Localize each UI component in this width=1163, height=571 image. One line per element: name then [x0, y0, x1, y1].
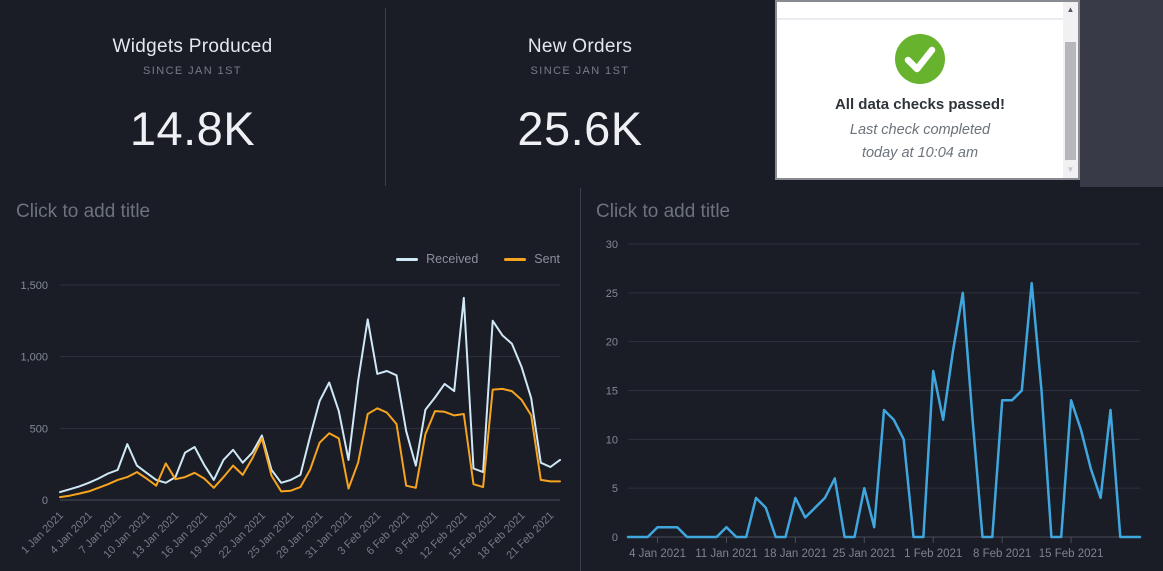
scrollbar-thumb[interactable]: [1065, 42, 1076, 160]
legend-label: Sent: [534, 252, 560, 266]
received-line-swatch-icon: [396, 258, 418, 261]
widget-subtitle: SINCE JAN 1ST: [531, 65, 630, 77]
widget-received-sent-chart: Click to add title Received Sent 05001,0…: [0, 185, 580, 571]
svg-text:500: 500: [30, 423, 48, 435]
widget-title: New Orders: [528, 36, 632, 58]
svg-text:20: 20: [606, 337, 618, 349]
svg-text:25 Jan 2021: 25 Jan 2021: [833, 548, 896, 560]
svg-text:30: 30: [606, 239, 618, 251]
svg-text:5: 5: [612, 483, 618, 495]
received-sent-line-chart[interactable]: 05001,0001,5001 Jan 20214 Jan 20217 Jan …: [0, 185, 580, 571]
chart-title-placeholder[interactable]: Click to add title: [16, 201, 150, 223]
chart-title-placeholder[interactable]: Click to add title: [596, 201, 730, 223]
scrollbar[interactable]: ▲ ▼: [1063, 2, 1078, 178]
svg-text:1,500: 1,500: [20, 280, 48, 292]
svg-text:0: 0: [42, 495, 48, 507]
widget-title: Widgets Produced: [112, 36, 272, 58]
widget-orders-chart: Click to add title 0 5 10 15 20 25 30 4 Jan 202…: [580, 185, 1163, 571]
chart-legend: Received Sent: [0, 252, 560, 266]
status-subtitle: Last check completed today at 10:04 am: [850, 119, 990, 165]
widget-new-orders[interactable]: New Orders SINCE JAN 1ST 25.6K: [385, 0, 775, 186]
svg-text:10: 10: [606, 434, 618, 446]
kpi-value: 25.6K: [517, 101, 642, 156]
status-title: All data checks passed!: [835, 96, 1005, 113]
svg-text:1 Feb 2021: 1 Feb 2021: [904, 548, 962, 560]
kpi-divider: [385, 8, 386, 186]
popup-header-bar: [777, 2, 1063, 20]
legend-label: Received: [426, 252, 478, 266]
status-line1: Last check completed: [850, 122, 990, 138]
svg-text:18 Jan 2021: 18 Jan 2021: [764, 548, 827, 560]
svg-text:15 Feb 2021: 15 Feb 2021: [1039, 548, 1104, 560]
svg-text:0: 0: [612, 532, 618, 544]
popup-body: All data checks passed! Last check compl…: [777, 22, 1063, 178]
status-line2: today at 10:04 am: [862, 145, 978, 161]
svg-text:4 Jan 2021: 4 Jan 2021: [629, 548, 686, 560]
svg-text:25: 25: [606, 288, 618, 300]
orders-line-chart[interactable]: 0 5 10 15 20 25 30 4 Jan 2021 11 Jan 2021 18 Jan …: [580, 185, 1163, 571]
svg-text:1,000: 1,000: [20, 352, 48, 364]
check-icon: [895, 34, 945, 84]
side-panel-background: [1080, 0, 1163, 187]
svg-text:11 Jan 2021: 11 Jan 2021: [695, 548, 757, 560]
legend-item-sent[interactable]: Sent: [504, 252, 560, 266]
scroll-up-icon[interactable]: ▲: [1063, 2, 1078, 18]
kpi-value: 14.8K: [130, 101, 255, 156]
legend-item-received[interactable]: Received: [396, 252, 478, 266]
widget-subtitle: SINCE JAN 1ST: [143, 65, 242, 77]
sent-line-swatch-icon: [504, 258, 526, 261]
svg-text:15: 15: [606, 386, 618, 398]
data-checks-popup: All data checks passed! Last check compl…: [775, 0, 1080, 180]
svg-text:8 Feb 2021: 8 Feb 2021: [973, 548, 1031, 560]
dashboard: Widgets Produced SINCE JAN 1ST 14.8K New…: [0, 0, 1163, 571]
scroll-down-icon[interactable]: ▼: [1063, 162, 1078, 178]
widget-widgets-produced[interactable]: Widgets Produced SINCE JAN 1ST 14.8K: [0, 0, 385, 186]
